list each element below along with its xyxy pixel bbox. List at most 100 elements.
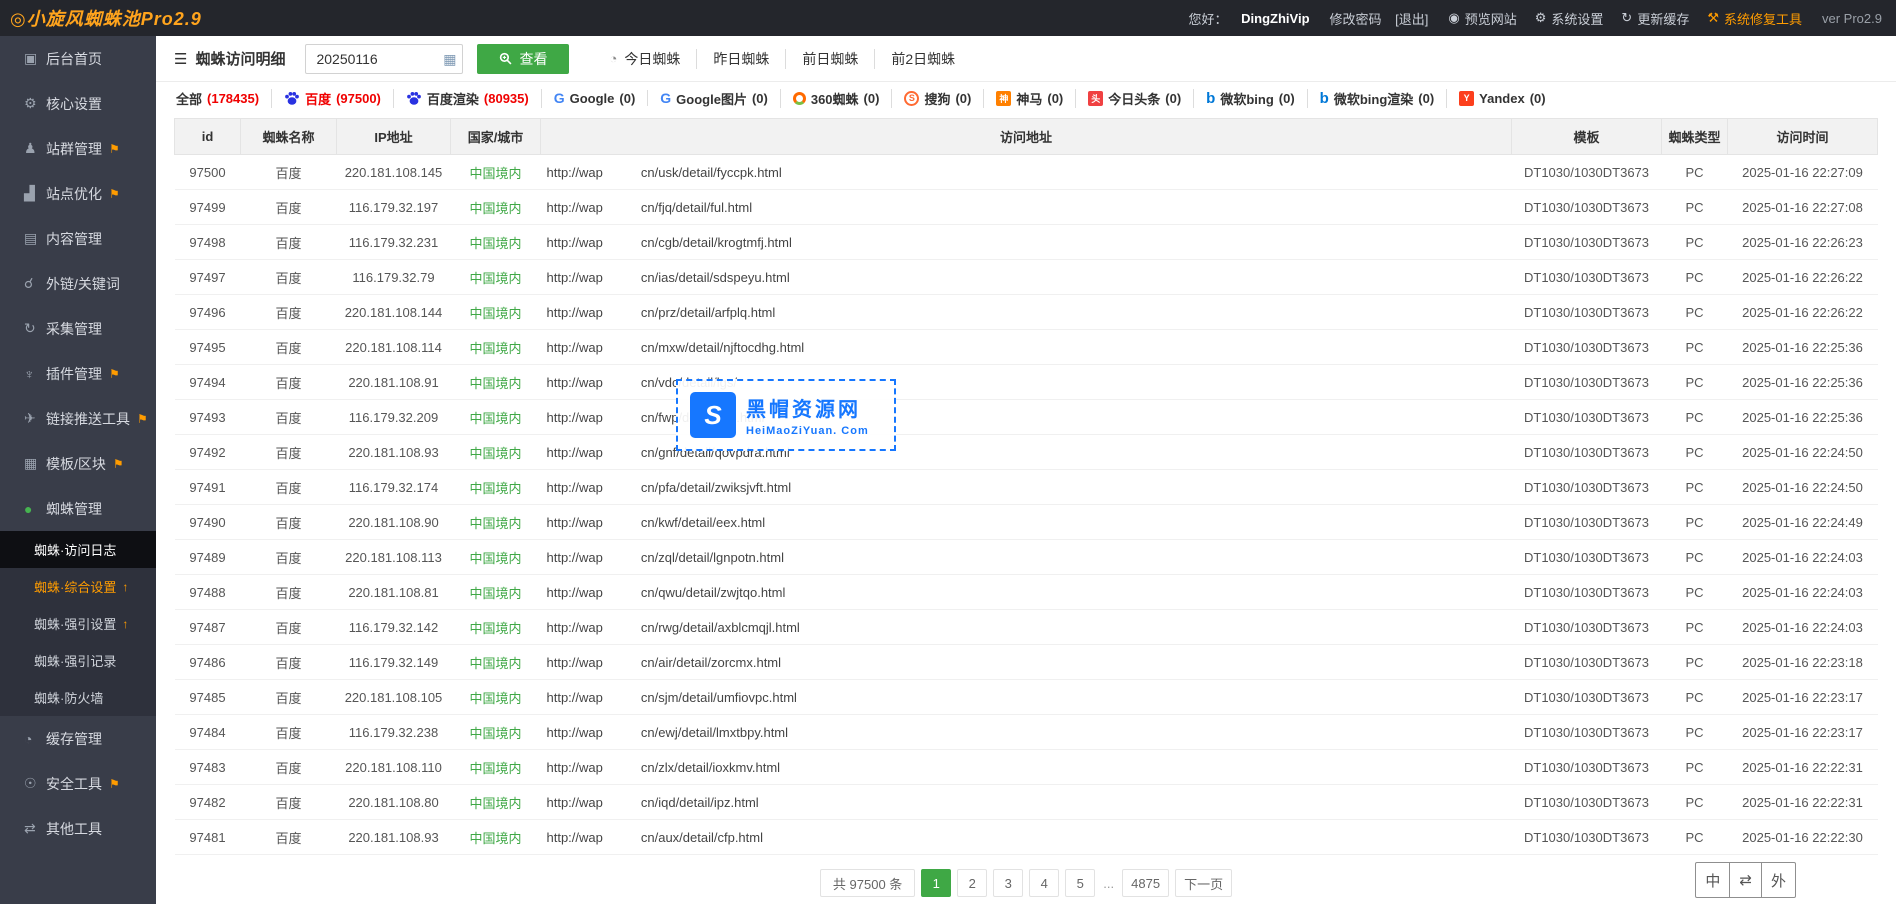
navbar-link[interactable]: ⚒系统修复工具 <box>1707 9 1802 28</box>
submenu-item-蜘蛛·强引设置[interactable]: 蜘蛛·强引设置↑ <box>0 605 156 642</box>
sidebar-item-label: 模板/区块 <box>46 454 106 474</box>
filter-tab-神马[interactable]: 神神马(0) <box>984 89 1076 108</box>
url-path[interactable]: cn/aux/detail/cfp.html <box>641 830 763 845</box>
filter-tab-全部[interactable]: 全部(178435) <box>174 89 272 108</box>
url-path[interactable]: cn/zql/detail/lgnpotn.html <box>641 550 784 565</box>
filter-count: (0) <box>1530 91 1546 106</box>
sidebar-item-采集管理[interactable]: ↻采集管理 <box>0 306 156 351</box>
filter-tab-百度[interactable]: 百度(97500) <box>272 89 394 108</box>
filter-tab-搜狗[interactable]: S搜狗(0) <box>892 89 984 108</box>
quick-link-昨日蜘蛛[interactable]: 昨日蜘蛛 <box>697 49 786 69</box>
quick-link-前2日蜘蛛[interactable]: 前2日蜘蛛 <box>875 49 971 69</box>
log-table-wrap: id蜘蛛名称IP地址国家/城市访问地址模板蜘蛛类型访问时间 97500百度220… <box>156 114 1896 855</box>
next-page-button[interactable]: 下一页 <box>1175 869 1232 897</box>
table-row: 97497百度116.179.32.79中国境内http://wapcn/ias… <box>175 260 1878 295</box>
navbar-link[interactable]: ◉预览网站 <box>1448 9 1516 28</box>
cell-visit-time: 2025-01-16 22:27:08 <box>1728 190 1878 225</box>
page-button-1[interactable]: 1 <box>921 869 951 897</box>
sidebar-item-模板/区块[interactable]: ▦模板/区块⚑ <box>0 441 156 486</box>
sidebar-item-站点优化[interactable]: ▟站点优化⚑ <box>0 171 156 216</box>
wrench-icon: ⚒ <box>1707 10 1719 26</box>
url-path[interactable]: cn/prz/detail/arfplq.html <box>641 305 775 320</box>
date-input[interactable] <box>305 44 463 74</box>
sidebar-item-核心设置[interactable]: ⚙核心设置 <box>0 81 156 126</box>
url-path[interactable]: cn/zlx/detail/ioxkmv.html <box>641 760 780 775</box>
submenu-item-蜘蛛·访问日志[interactable]: 蜘蛛·访问日志 <box>0 531 156 568</box>
url-path[interactable]: cn/rwg/detail/axblcmqjl.html <box>641 620 800 635</box>
logout-link[interactable]: [退出] <box>1395 9 1428 28</box>
filter-tab-Google[interactable]: GGoogle(0) <box>542 90 649 106</box>
url-prefix: http://wap <box>547 795 603 810</box>
sidebar-item-外链/关键词[interactable]: ☌外链/关键词 <box>0 261 156 306</box>
quick-link-前日蜘蛛[interactable]: 前日蜘蛛 <box>786 49 875 69</box>
url-path[interactable]: cn/mxw/detail/njftocdhg.html <box>641 340 804 355</box>
submenu-item-蜘蛛·防火墙[interactable]: 蜘蛛·防火墙 <box>0 679 156 716</box>
url-prefix: http://wap <box>547 480 603 495</box>
sidebar-item-链接推送工具[interactable]: ✈链接推送工具⚑ <box>0 396 156 441</box>
translate-widget[interactable]: 中 ⇄ 外 <box>1695 862 1796 898</box>
sidebar-item-安全工具[interactable]: ☉安全工具⚑ <box>0 761 156 806</box>
page-button-last[interactable]: 4875 <box>1122 869 1169 897</box>
cell-visit-url: http://wapcn/prz/detail/arfplq.html <box>541 295 1512 330</box>
page-button-5[interactable]: 5 <box>1065 869 1095 897</box>
view-button[interactable]: 查看 <box>477 44 569 74</box>
filter-tab-百度渲染[interactable]: 百度渲染(80935) <box>394 89 542 108</box>
submenu-item-蜘蛛·强引记录[interactable]: 蜘蛛·强引记录 <box>0 642 156 679</box>
timer-icon: ◔ <box>609 51 617 66</box>
table-body: 97500百度220.181.108.145中国境内http://wapcn/u… <box>175 155 1878 855</box>
url-path[interactable]: cn/cgb/detail/krogtmfj.html <box>641 235 792 250</box>
url-path[interactable]: cn/pfa/detail/zwiksjvft.html <box>641 480 791 495</box>
sidebar-item-label: 内容管理 <box>46 229 102 249</box>
sidebar-item-后台首页[interactable]: ▣后台首页 <box>0 36 156 81</box>
filter-tab-Yandex[interactable]: YYandex(0) <box>1447 91 1557 106</box>
filter-tab-微软bing[interactable]: b微软bing(0) <box>1194 89 1308 108</box>
url-path[interactable]: cn/kwf/detail/eex.html <box>641 515 765 530</box>
cell-spider-name: 百度 <box>241 435 337 470</box>
sidebar-item-站群管理[interactable]: ♟站群管理⚑ <box>0 126 156 171</box>
filter-tab-360蜘蛛[interactable]: 360蜘蛛(0) <box>781 89 893 108</box>
quick-link-今日蜘蛛[interactable]: ◔今日蜘蛛 <box>593 49 697 69</box>
url-path[interactable]: cn/ewj/detail/lmxtbpy.html <box>641 725 788 740</box>
page-button-2[interactable]: 2 <box>957 869 987 897</box>
navbar-link[interactable]: ⚙系统设置 <box>1535 9 1604 28</box>
url-path[interactable]: cn/usk/detail/fyccpk.html <box>641 165 782 180</box>
shenma-icon: 神 <box>996 91 1011 106</box>
cell-spider-type: PC <box>1662 155 1728 190</box>
page-button-3[interactable]: 3 <box>993 869 1023 897</box>
calendar-icon[interactable]: ▦ <box>443 51 456 68</box>
change-password-link[interactable]: 修改密码 [退出] <box>1330 9 1429 28</box>
submenu-item-蜘蛛·综合设置[interactable]: 蜘蛛·综合设置↑ <box>0 568 156 605</box>
search-icon <box>499 52 512 65</box>
page-button-4[interactable]: 4 <box>1029 869 1059 897</box>
cell-spider-name: 百度 <box>241 155 337 190</box>
sidebar-item-蜘蛛管理[interactable]: ●蜘蛛管理 <box>0 486 156 531</box>
cell-spider-type: PC <box>1662 610 1728 645</box>
url-path[interactable]: cn/fjq/detail/ful.html <box>641 200 752 215</box>
filter-tab-今日头条[interactable]: 头今日头条(0) <box>1076 89 1194 108</box>
url-path[interactable]: cn/qwu/detail/zwjtqo.html <box>641 585 786 600</box>
cell-visit-time: 2025-01-16 22:22:30 <box>1728 820 1878 855</box>
cell-visit-time: 2025-01-16 22:24:03 <box>1728 610 1878 645</box>
sidebar-item-内容管理[interactable]: ▤内容管理 <box>0 216 156 261</box>
filter-tab-Google图片[interactable]: GGoogle图片(0) <box>648 89 781 108</box>
filter-tab-微软bing渲染[interactable]: b微软bing渲染(0) <box>1308 89 1448 108</box>
cell-ip: 116.179.32.149 <box>337 645 451 680</box>
sidebar-item-其他工具[interactable]: ⇄其他工具 <box>0 806 156 851</box>
submenu-item-label: 蜘蛛·防火墙 <box>34 688 103 707</box>
url-path[interactable]: cn/sjm/detail/umfiovpc.html <box>641 690 797 705</box>
table-row: 97487百度116.179.32.142中国境内http://wapcn/rw… <box>175 610 1878 645</box>
location-label: 中国境内 <box>469 586 521 601</box>
url-path[interactable]: cn/ias/detail/sdspeyu.html <box>641 270 790 285</box>
sidebar-item-缓存管理[interactable]: ◔缓存管理 <box>0 716 156 761</box>
translate-swap-icon: ⇄ <box>1729 863 1761 897</box>
spider-icon: ● <box>24 501 46 517</box>
url-path[interactable]: cn/iqd/detail/ipz.html <box>641 795 759 810</box>
table-row: 97493百度116.179.32.209中国境内http://wapcn/fw… <box>175 400 1878 435</box>
cell-template: DT1030/1030DT3673 <box>1512 820 1662 855</box>
cell-visit-url: http://wapcn/aux/detail/cfp.html <box>541 820 1512 855</box>
navbar-link[interactable]: ↻更新缓存 <box>1621 9 1689 28</box>
cell-visit-time: 2025-01-16 22:23:17 <box>1728 715 1878 750</box>
location-label: 中国境内 <box>469 201 521 216</box>
sidebar-item-插件管理[interactable]: ♆插件管理⚑ <box>0 351 156 396</box>
url-path[interactable]: cn/air/detail/zorcmx.html <box>641 655 781 670</box>
